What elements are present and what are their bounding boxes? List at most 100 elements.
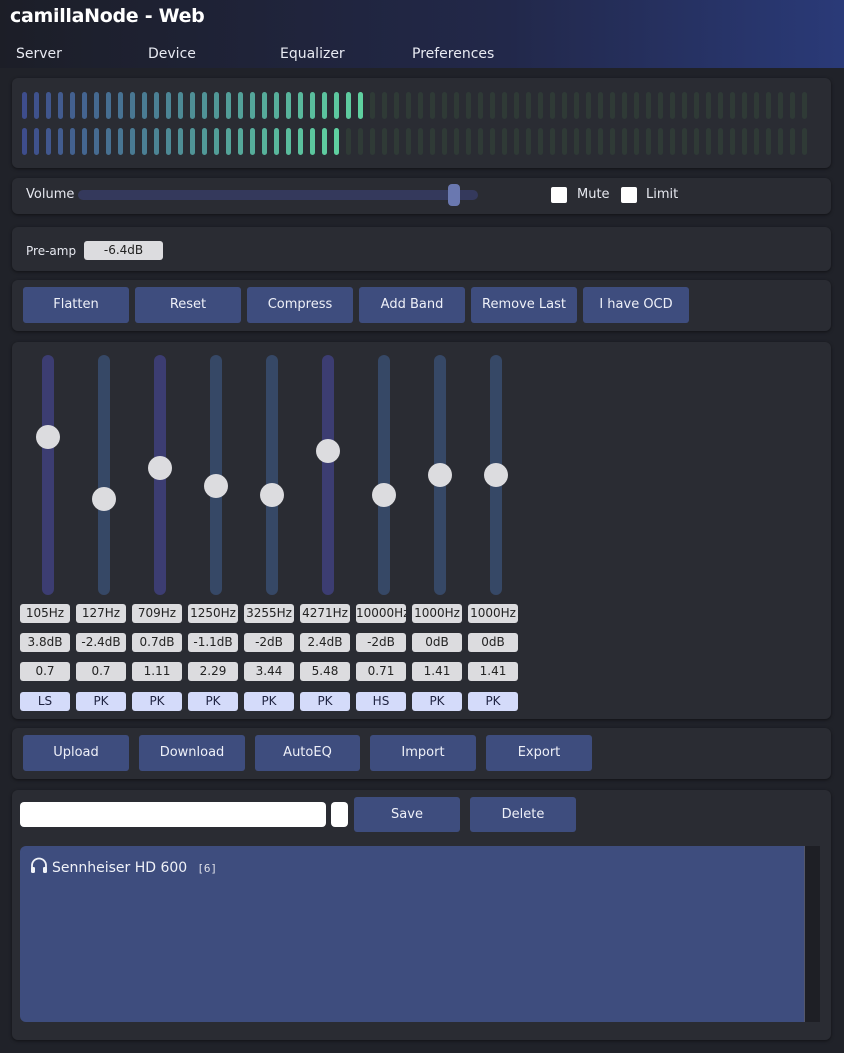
reset-button[interactable]: Reset: [135, 287, 241, 323]
meter-segment: [202, 128, 207, 155]
meter-segment: [730, 128, 735, 155]
flatten-button[interactable]: Flatten: [23, 287, 129, 323]
eq-band-frequency[interactable]: 105Hz: [20, 604, 70, 623]
eq-band-thumb[interactable]: [316, 439, 340, 463]
eq-band-slider[interactable]: [204, 355, 228, 595]
eq-band-type[interactable]: PK: [300, 692, 350, 711]
menu-device[interactable]: Device: [148, 46, 196, 62]
eq-band-type[interactable]: PK: [132, 692, 182, 711]
ocd-button[interactable]: I have OCD: [583, 287, 689, 323]
eq-band-gain[interactable]: 2.4dB: [300, 633, 350, 652]
preset-name-dropdown[interactable]: [331, 802, 348, 827]
eq-band-frequency[interactable]: 709Hz: [132, 604, 182, 623]
meter-segment: [790, 92, 795, 119]
volume-slider-thumb[interactable]: [448, 184, 460, 206]
eq-band-type[interactable]: PK: [188, 692, 238, 711]
meter-segment: [514, 92, 519, 119]
meter-segment: [526, 92, 531, 119]
eq-band-q[interactable]: 2.29: [188, 662, 238, 681]
limit-checkbox[interactable]: [621, 187, 637, 203]
eq-band-gain[interactable]: 0dB: [468, 633, 518, 652]
export-button[interactable]: Export: [486, 735, 592, 771]
eq-band-thumb[interactable]: [148, 456, 172, 480]
preset-name-input[interactable]: [20, 802, 326, 827]
meter-segment: [718, 128, 723, 155]
eq-band-gain[interactable]: 0dB: [412, 633, 462, 652]
eq-band-slider[interactable]: [260, 355, 284, 595]
eq-band-slider[interactable]: [36, 355, 60, 595]
eq-band-frequency[interactable]: 10000Hz: [356, 604, 406, 623]
add-band-button[interactable]: Add Band: [359, 287, 465, 323]
eq-band-frequency[interactable]: 1000Hz: [468, 604, 518, 623]
remove-last-button[interactable]: Remove Last: [471, 287, 577, 323]
eq-band-type[interactable]: PK: [244, 692, 294, 711]
compress-button[interactable]: Compress: [247, 287, 353, 323]
eq-band-frequency[interactable]: 3255Hz: [244, 604, 294, 623]
eq-band-q[interactable]: 0.7: [76, 662, 126, 681]
eq-band-thumb[interactable]: [92, 487, 116, 511]
eq-band-gain[interactable]: -2dB: [356, 633, 406, 652]
eq-band-q[interactable]: 0.7: [20, 662, 70, 681]
mute-checkbox[interactable]: [551, 187, 567, 203]
eq-band-slider[interactable]: [316, 355, 340, 595]
eq-band-q[interactable]: 3.44: [244, 662, 294, 681]
eq-band-q[interactable]: 1.41: [412, 662, 462, 681]
preamp-value[interactable]: -6.4dB: [84, 241, 163, 260]
eq-band-frequency[interactable]: 4271Hz: [300, 604, 350, 623]
upload-button[interactable]: Upload: [23, 735, 129, 771]
eq-band-slider[interactable]: [428, 355, 452, 595]
meter-segment: [658, 128, 663, 155]
eq-band-q[interactable]: 5.48: [300, 662, 350, 681]
meter-segment: [418, 128, 423, 155]
eq-band-type[interactable]: PK: [468, 692, 518, 711]
import-button[interactable]: Import: [370, 735, 476, 771]
eq-band-slider[interactable]: [484, 355, 508, 595]
eq-band-type[interactable]: PK: [76, 692, 126, 711]
eq-band-type[interactable]: HS: [356, 692, 406, 711]
eq-band-thumb[interactable]: [260, 483, 284, 507]
meter-segment: [238, 92, 243, 119]
volume-slider[interactable]: [78, 184, 478, 206]
eq-band-thumb[interactable]: [484, 463, 508, 487]
eq-band-slider[interactable]: [148, 355, 172, 595]
preset-list-scrollbar[interactable]: [804, 846, 820, 1022]
meter-segment: [538, 128, 543, 155]
save-button[interactable]: Save: [354, 797, 460, 832]
eq-band-frequency[interactable]: 1250Hz: [188, 604, 238, 623]
eq-band-frequency[interactable]: 127Hz: [76, 604, 126, 623]
eq-band-gain[interactable]: 3.8dB: [20, 633, 70, 652]
eq-band-thumb[interactable]: [36, 425, 60, 449]
menu-server[interactable]: Server: [16, 46, 62, 62]
delete-button[interactable]: Delete: [470, 797, 576, 832]
eq-band-thumb[interactable]: [372, 483, 396, 507]
eq-band-gain[interactable]: -1.1dB: [188, 633, 238, 652]
meter-segment: [502, 92, 507, 119]
eq-band-q[interactable]: 1.41: [468, 662, 518, 681]
eq-band-slider[interactable]: [372, 355, 396, 595]
menu-preferences[interactable]: Preferences: [412, 46, 494, 62]
eq-band-slider[interactable]: [92, 355, 116, 595]
menu-equalizer[interactable]: Equalizer: [280, 46, 345, 62]
eq-band-type[interactable]: LS: [20, 692, 70, 711]
preset-list[interactable]: Sennheiser HD 600 [6]: [20, 846, 820, 1022]
meter-segment: [766, 92, 771, 119]
eq-band-type[interactable]: PK: [412, 692, 462, 711]
meter-segment: [394, 92, 399, 119]
meter-segment: [262, 128, 267, 155]
eq-band-thumb[interactable]: [428, 463, 452, 487]
download-button[interactable]: Download: [139, 735, 245, 771]
meter-segment: [46, 128, 51, 155]
meter-segment: [538, 92, 543, 119]
preset-list-item[interactable]: Sennheiser HD 600 [6]: [30, 857, 217, 878]
eq-band-q[interactable]: 1.11: [132, 662, 182, 681]
meter-segment: [94, 92, 99, 119]
autoeq-button[interactable]: AutoEQ: [255, 735, 360, 771]
eq-band-gain[interactable]: -2.4dB: [76, 633, 126, 652]
eq-band-gain[interactable]: -2dB: [244, 633, 294, 652]
meter-segment: [118, 128, 123, 155]
eq-band-thumb[interactable]: [204, 474, 228, 498]
eq-band-frequency[interactable]: 1000Hz: [412, 604, 462, 623]
meter-segment: [478, 128, 483, 155]
eq-band-q[interactable]: 0.71: [356, 662, 406, 681]
eq-band-gain[interactable]: 0.7dB: [132, 633, 182, 652]
